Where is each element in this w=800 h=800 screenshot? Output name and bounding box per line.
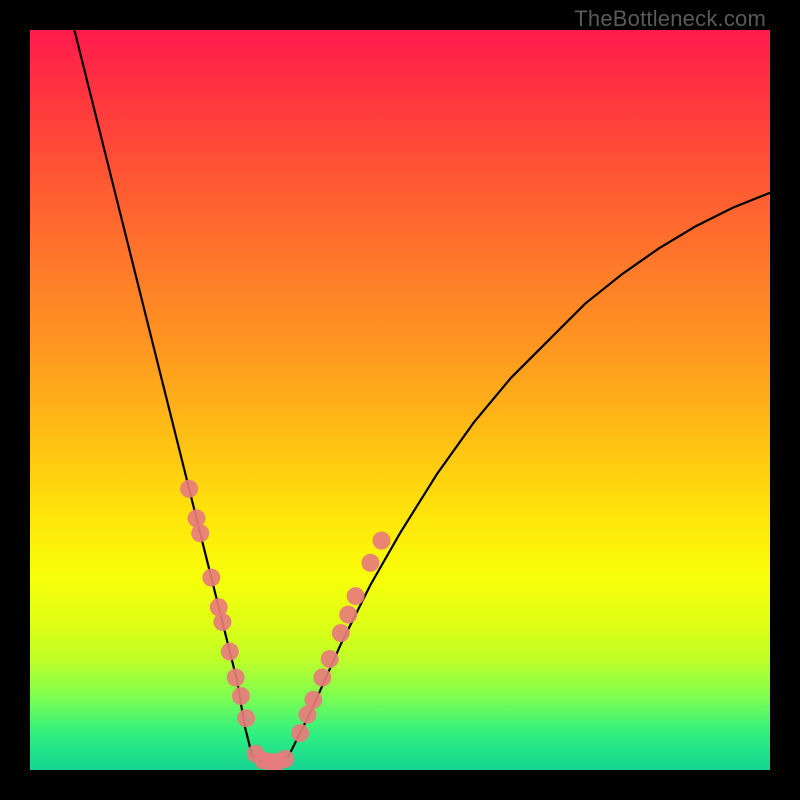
highlight-dot: [304, 691, 322, 709]
highlight-dot: [202, 569, 220, 587]
highlight-dot: [191, 524, 209, 542]
highlight-dot: [347, 587, 365, 605]
highlight-dot: [321, 650, 339, 668]
watermark-text: TheBottleneck.com: [574, 6, 766, 32]
chart-svg: [30, 30, 770, 770]
highlight-dot: [332, 624, 350, 642]
highlight-dot: [213, 613, 231, 631]
highlight-dot: [339, 606, 357, 624]
plot-area: [30, 30, 770, 770]
highlight-dot: [227, 669, 245, 687]
highlight-dot: [361, 554, 379, 572]
highlight-dot: [180, 480, 198, 498]
highlight-dot: [291, 724, 309, 742]
highlight-dot: [276, 750, 294, 768]
highlight-dot: [373, 532, 391, 550]
chart-frame: TheBottleneck.com: [0, 0, 800, 800]
dots-group: [180, 480, 390, 770]
highlight-dot: [237, 709, 255, 727]
highlight-dot: [232, 687, 250, 705]
curve-path: [74, 30, 770, 763]
highlight-dot: [313, 669, 331, 687]
highlight-dot: [221, 643, 239, 661]
